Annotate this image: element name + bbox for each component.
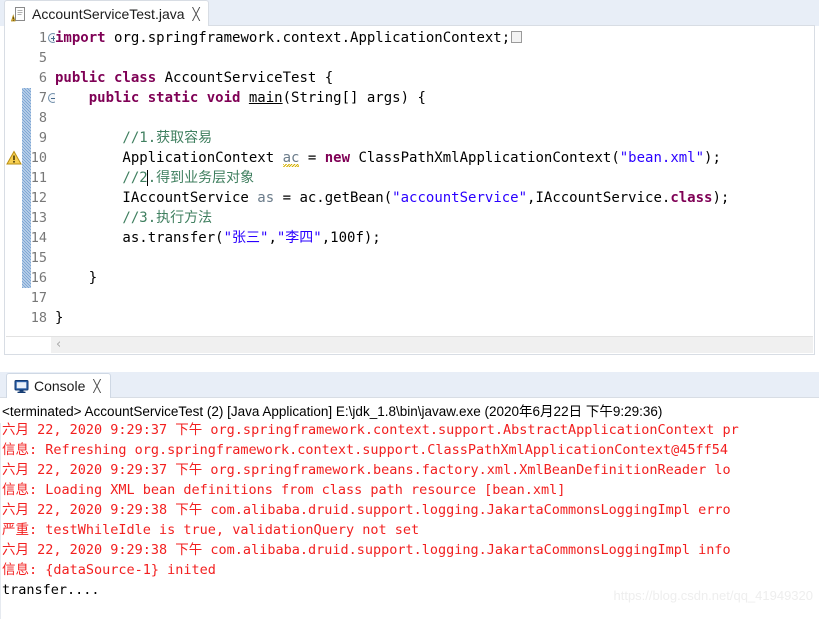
console-log-line: 信息: Refreshing org.springframework.conte… (2, 442, 728, 458)
line-number: 13 (30, 210, 47, 226)
console-log-line: transfer.... (2, 582, 100, 598)
code-token: public class (55, 70, 165, 86)
warned-identifier: ac (282, 150, 300, 166)
code-line: as.transfer("张三","李四",100f); (55, 228, 381, 248)
watermark: https://blog.csdn.net/qq_41949320 (613, 588, 814, 603)
console-log-line: 信息: {dataSource-1} inited (2, 562, 216, 578)
line-number: 6 (38, 70, 47, 86)
console-log-line: 六月 22, 2020 9:29:38 下午 com.alibaba.druid… (2, 502, 731, 518)
code-token: ApplicationContext (55, 150, 283, 166)
console-log-line: 信息: Loading XML bean definitions from cl… (2, 482, 566, 498)
code-token: "李四" (276, 230, 322, 246)
code-token: AccountServiceTest { (164, 70, 334, 86)
code-token: IAccountService (55, 190, 258, 206)
code-line: ApplicationContext ac = new ClassPathXml… (55, 148, 721, 168)
console-terminated-status: <terminated> AccountServiceTest (2) [Jav… (2, 404, 663, 419)
editor-tab-title: AccountServiceTest.java (32, 5, 185, 22)
editor-part: AccountServiceTest.java ╳ 1 5 6 7 8 9 10 11 12 13… (0, 0, 819, 370)
line-number: 1 (38, 30, 47, 46)
line-number: 16 (30, 270, 47, 286)
line-number: 12 (30, 190, 47, 206)
code-token: class (670, 190, 713, 206)
code-token: , (268, 230, 277, 246)
code-token: } (55, 270, 98, 286)
console-tab-bar: Console ╳ (0, 372, 819, 398)
code-token: ); (712, 190, 730, 206)
line-number: 17 (30, 290, 47, 306)
code-line: //1.获取容易 (55, 128, 212, 148)
code-token: ,IAccountService. (527, 190, 671, 206)
line-number: 10 (30, 150, 47, 166)
code-token: (String[] args) { (282, 90, 426, 106)
scrollbar-thumb[interactable] (6, 337, 51, 353)
editor-horizontal-scrollbar[interactable]: ‹ (6, 336, 813, 353)
code-line: } (55, 268, 97, 288)
console-log-line: 严重: testWhileIdle is true, validationQue… (2, 522, 420, 538)
text-caret (147, 170, 148, 186)
line-number: 11 (30, 170, 47, 186)
code-token: = ac.getBean( (274, 190, 393, 206)
code-token: org.springframework.context.ApplicationC… (114, 30, 511, 46)
editor-tab-accountservicetest[interactable]: AccountServiceTest.java ╳ (4, 0, 209, 26)
code-token: as.transfer( (55, 230, 224, 246)
code-line: } (55, 308, 63, 328)
line-number: 15 (30, 250, 47, 266)
code-text-area[interactable]: import org.springframework.context.Appli… (55, 26, 814, 354)
code-line: //3.执行方法 (55, 208, 212, 228)
code-token: ); (704, 150, 721, 166)
code-token: ,100f); (321, 230, 381, 246)
console-log-line: 六月 22, 2020 9:29:37 下午 org.springframewo… (2, 422, 739, 438)
console-part: Console ╳ <terminated> AccountServiceTes… (0, 372, 819, 619)
console-tab-strip-background (0, 372, 819, 398)
code-line: import org.springframework.context.Appli… (55, 28, 523, 48)
console-tab-title: Console (34, 378, 86, 394)
code-token: "bean.xml" (619, 150, 705, 166)
code-token: //2.得到业务层对象 (55, 170, 255, 186)
code-token: //1.获取容易 (55, 130, 213, 146)
console-monitor-icon (14, 379, 29, 394)
console-log-line: 六月 22, 2020 9:29:37 下午 org.springframewo… (2, 462, 731, 478)
line-number: 5 (38, 50, 47, 66)
code-editor[interactable]: 1 5 6 7 8 9 10 11 12 13 14 15 16 17 18 import org.spri… (4, 25, 815, 355)
code-token: new (324, 150, 359, 166)
line-number: 8 (38, 110, 47, 126)
code-line: //2.得到业务层对象 (55, 168, 254, 188)
code-line: public static void main(String[] args) { (55, 88, 426, 108)
console-tab[interactable]: Console ╳ (6, 373, 111, 398)
code-token: main (248, 90, 283, 106)
line-number: 14 (30, 230, 47, 246)
code-token: "accountService" (392, 190, 528, 206)
console-close-icon[interactable]: ╳ (93, 380, 100, 392)
code-token: "张三" (223, 230, 269, 246)
close-icon[interactable]: ╳ (193, 8, 200, 20)
line-number: 7 (38, 90, 47, 106)
code-token: import (55, 30, 115, 46)
code-token: = (299, 150, 325, 166)
scroll-left-icon[interactable]: ‹ (56, 338, 61, 352)
code-line: public class AccountServiceTest { (55, 68, 333, 88)
editor-tab-bar: AccountServiceTest.java ╳ (0, 0, 819, 26)
line-number: 9 (38, 130, 47, 146)
code-token: public static void (88, 90, 249, 106)
console-output-area[interactable]: <terminated> AccountServiceTest (2) [Jav… (0, 397, 819, 619)
line-number: 18 (30, 310, 47, 326)
collapsed-fold-box-icon[interactable] (511, 31, 523, 43)
code-token: ClassPathXmlApplicationContext( (358, 150, 620, 166)
code-token: //3.执行方法 (55, 210, 213, 226)
eclipse-ide-window: AccountServiceTest.java ╳ 1 5 6 7 8 9 10 11 12 13… (0, 0, 819, 619)
line-number-column: 1 5 6 7 8 9 10 11 12 13 14 15 16 17 18 (5, 26, 58, 354)
java-file-warning-icon (11, 6, 27, 22)
code-token: as (257, 190, 275, 206)
code-line: IAccountService as = ac.getBean("account… (55, 188, 729, 208)
code-token: } (55, 310, 64, 326)
console-log-line: 六月 22, 2020 9:29:38 下午 com.alibaba.druid… (2, 542, 731, 558)
